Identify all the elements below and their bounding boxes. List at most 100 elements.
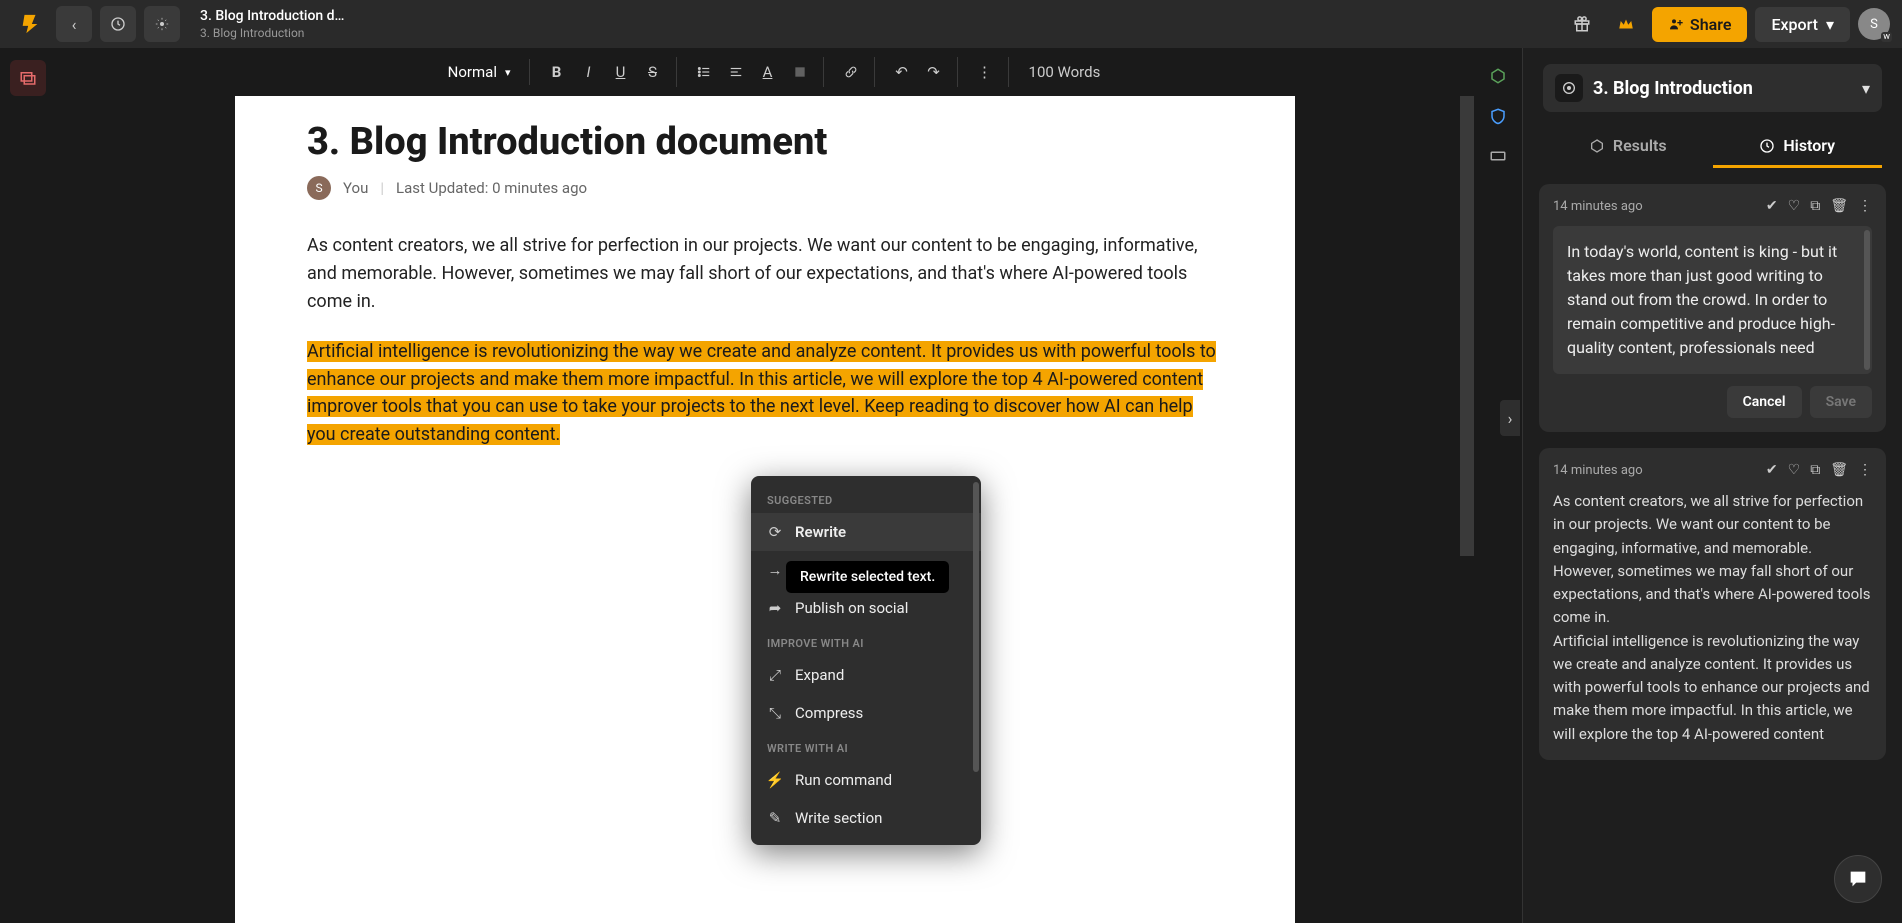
ctx-rewrite[interactable]: ⟳ Rewrite xyxy=(751,513,981,551)
card-actions: ✔ ♡ ⧉ 🗑 ⋮ xyxy=(1766,198,1872,214)
style-label: Normal xyxy=(448,63,497,81)
app-logo[interactable] xyxy=(12,6,48,42)
tab-results-label: Results xyxy=(1613,136,1667,155)
export-label: Export xyxy=(1771,15,1818,34)
ctx-rewrite-label: Rewrite xyxy=(795,523,846,541)
doc-title: 3. Blog Introduction document xyxy=(307,120,1223,164)
chevron-down-icon: ▾ xyxy=(1826,15,1834,34)
undo-button[interactable]: ↶ xyxy=(887,57,917,87)
avatar-letter: S xyxy=(1870,17,1878,32)
card-text: As content creators, we all strive for p… xyxy=(1553,490,1872,746)
redo-button[interactable]: ↷ xyxy=(919,57,949,87)
highlighted-text: Artificial intelligence is revolutionizi… xyxy=(307,341,1216,446)
ctx-write-label: Write section xyxy=(795,809,882,827)
doc-body[interactable]: As content creators, we all strive for p… xyxy=(307,232,1223,449)
media-rail-button[interactable] xyxy=(10,60,46,96)
author-label: You xyxy=(343,179,368,197)
keyboard-icon[interactable] xyxy=(1486,144,1510,168)
heart-icon[interactable]: ♡ xyxy=(1788,198,1801,214)
ctx-compress[interactable]: ⤡ Compress xyxy=(751,694,981,732)
ctx-heading-write: WRITE WITH AI xyxy=(751,732,981,761)
share-button[interactable]: Share xyxy=(1652,7,1748,42)
panel-header: 3. Blog Introduction ▾ Results History xyxy=(1523,48,1902,168)
compress-icon: ⤡ xyxy=(767,704,783,722)
paragraph-1: As content creators, we all strive for p… xyxy=(307,232,1223,316)
history-button[interactable] xyxy=(100,6,136,42)
check-icon[interactable]: ✔ xyxy=(1766,462,1778,478)
refresh-icon: ⟳ xyxy=(767,523,783,541)
avatar[interactable]: S w xyxy=(1858,8,1890,40)
copy-icon[interactable]: ⧉ xyxy=(1810,198,1820,214)
history-card: 14 minutes ago ✔ ♡ ⧉ 🗑 ⋮ In today's worl… xyxy=(1539,184,1886,432)
editor-toolbar: Normal ▾ B I U S A xyxy=(56,48,1474,96)
doc-area: 3. Blog Introduction document S You | La… xyxy=(56,96,1474,923)
heart-icon[interactable]: ♡ xyxy=(1788,462,1801,478)
card-text: In today's world, content is king - but … xyxy=(1567,242,1837,357)
card-content[interactable]: In today's world, content is king - but … xyxy=(1553,226,1872,374)
back-button[interactable]: ‹ xyxy=(56,6,92,42)
settings-button[interactable] xyxy=(144,6,180,42)
right-rail xyxy=(1474,48,1522,923)
tooltip: Rewrite selected text. xyxy=(786,561,949,593)
bold-button[interactable]: B xyxy=(542,57,572,87)
ctx-scrollbar[interactable] xyxy=(973,482,979,772)
shield-icon[interactable] xyxy=(1486,104,1510,128)
avatar-badge: w xyxy=(1881,32,1892,42)
ctx-heading-suggested: SUGGESTED xyxy=(751,484,981,513)
panel-title-row[interactable]: 3. Blog Introduction ▾ xyxy=(1543,64,1882,112)
italic-button[interactable]: I xyxy=(574,57,604,87)
ai-icon[interactable] xyxy=(1486,64,1510,88)
ctx-heading-improve: IMPROVE WITH AI xyxy=(751,627,981,656)
ctx-publish[interactable]: ➦ Publish on social xyxy=(751,589,981,627)
ctx-run-command[interactable]: ⚡ Run command xyxy=(751,761,981,799)
align-button[interactable] xyxy=(721,57,751,87)
check-icon[interactable]: ✔ xyxy=(1766,198,1778,214)
editor-wrap: Normal ▾ B I U S A xyxy=(56,48,1474,923)
tab-history-label: History xyxy=(1783,136,1835,155)
save-button[interactable]: Save xyxy=(1810,386,1872,418)
doc-meta: S You | Last Updated: 0 minutes ago xyxy=(307,176,1223,200)
highlight-button[interactable] xyxy=(785,57,815,87)
underline-button[interactable]: U xyxy=(606,57,636,87)
expand-icon: ⤢ xyxy=(767,666,783,684)
ctx-publish-label: Publish on social xyxy=(795,599,908,617)
style-select[interactable]: Normal ▾ xyxy=(438,59,521,85)
chevron-down-icon: ▾ xyxy=(1862,79,1870,98)
text-color-button[interactable]: A xyxy=(753,57,783,87)
breadcrumb-sub: 3. Blog Introduction xyxy=(200,26,1556,40)
breadcrumb: 3. Blog Introduction d… 3. Blog Introduc… xyxy=(200,8,1556,40)
list-button[interactable] xyxy=(689,57,719,87)
ctx-compress-label: Compress xyxy=(795,704,863,722)
ctx-write-section[interactable]: ✎ Write section xyxy=(751,799,981,837)
ctx-expand[interactable]: ⤢ Expand xyxy=(751,656,981,694)
panel-collapse-button[interactable]: › xyxy=(1500,400,1520,436)
trash-icon[interactable]: 🗑 xyxy=(1830,462,1848,478)
gift-icon[interactable] xyxy=(1564,6,1600,42)
context-menu: SUGGESTED ⟳ Rewrite → ➦ Publish on socia… xyxy=(751,476,981,845)
more-button[interactable]: ⋮ xyxy=(970,57,1000,87)
word-count: 100 Words xyxy=(1029,63,1101,81)
card-time: 14 minutes ago xyxy=(1553,199,1643,214)
share-icon: ➦ xyxy=(767,599,783,617)
crown-icon[interactable] xyxy=(1608,6,1644,42)
strike-button[interactable]: S xyxy=(638,57,668,87)
chat-bubble-button[interactable] xyxy=(1834,855,1882,903)
trash-icon[interactable]: 🗑 xyxy=(1830,198,1848,214)
pen-icon: ✎ xyxy=(767,809,783,827)
link-button[interactable] xyxy=(836,57,866,87)
tab-history[interactable]: History xyxy=(1713,126,1883,168)
scrollbar[interactable] xyxy=(1460,96,1474,556)
card-time: 14 minutes ago xyxy=(1553,463,1643,478)
copy-icon[interactable]: ⧉ xyxy=(1810,462,1820,478)
more-icon[interactable]: ⋮ xyxy=(1858,198,1872,214)
card-actions: ✔ ♡ ⧉ 🗑 ⋮ xyxy=(1766,462,1872,478)
more-icon[interactable]: ⋮ xyxy=(1858,462,1872,478)
cancel-button[interactable]: Cancel xyxy=(1727,386,1802,418)
ctx-run-label: Run command xyxy=(795,771,892,789)
tab-results[interactable]: Results xyxy=(1543,126,1713,168)
select-caret-icon: ▾ xyxy=(505,66,511,79)
export-button[interactable]: Export ▾ xyxy=(1755,7,1850,42)
ctx-expand-label: Expand xyxy=(795,666,844,684)
card-scrollbar[interactable] xyxy=(1864,230,1870,370)
author-avatar: S xyxy=(307,176,331,200)
